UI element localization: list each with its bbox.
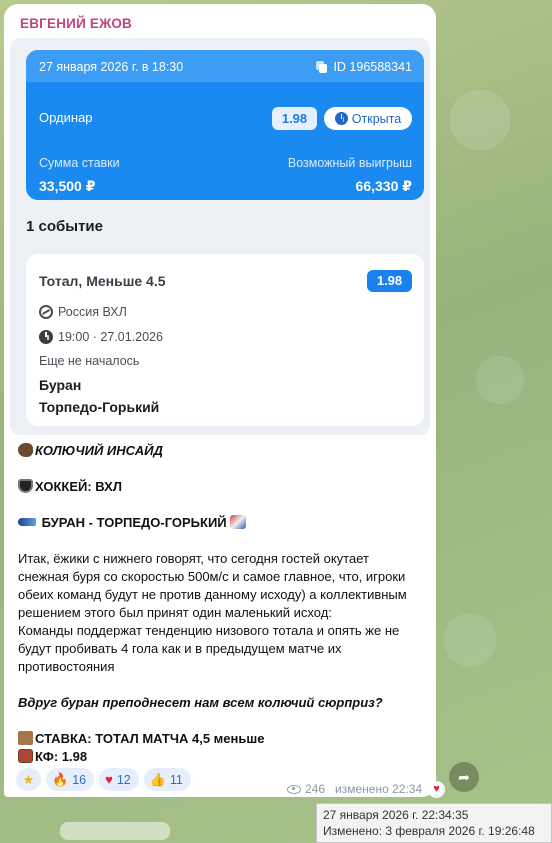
event-status: Еще не началось bbox=[39, 354, 140, 368]
bet-line-text: СТАВКА: ТОТАЛ МАТЧА 4,5 меньше bbox=[35, 731, 265, 746]
event-time: 19:00 · 27.01.2026 bbox=[39, 330, 163, 344]
reaction-thumbs-up[interactable]: 👍 11 bbox=[143, 768, 191, 791]
khl-shield-icon bbox=[18, 479, 33, 493]
bet-date: 27 января 2026 г. в 18:30 bbox=[39, 60, 184, 74]
clock-icon bbox=[39, 330, 53, 344]
stake-label: Сумма ставки bbox=[39, 156, 120, 170]
question-line: Вдруг буран преподнесет нам всем колючий… bbox=[18, 695, 383, 710]
next-message-preview bbox=[60, 822, 170, 840]
heart-icon[interactable]: ♥ bbox=[428, 781, 445, 798]
coef-line: КФ: 1.98 bbox=[18, 748, 87, 766]
reaction-count: 11 bbox=[169, 772, 183, 787]
message-meta: 246 изменено 22:34 bbox=[287, 782, 422, 796]
headline-line: КОЛЮЧИЙ ИНСАЙД bbox=[18, 442, 163, 460]
event-market: Тотал, Меньше 4.5 bbox=[39, 273, 166, 289]
sport-text: ХОККЕЙ: ВХЛ bbox=[35, 479, 122, 494]
message-bubble[interactable]: ЕВГЕНИЙ ЕЖОВ 27 января 2026 г. в 18:30 I… bbox=[4, 4, 436, 797]
star-icon: ★ bbox=[22, 772, 35, 787]
paragraph-line: Команды поддержат тенденцию низового тот… bbox=[18, 623, 400, 638]
clock-icon bbox=[334, 112, 348, 125]
paragraph-line: будут пробивать 4 гола как и в предыдуще… bbox=[18, 641, 342, 656]
paragraph-line: обеих команд будут не против данному исх… bbox=[18, 587, 407, 602]
reaction-count: 12 bbox=[116, 772, 131, 787]
paragraph-line: противостояния bbox=[18, 659, 115, 674]
reaction-fire[interactable]: 🔥 16 bbox=[46, 768, 95, 791]
reaction-star[interactable]: ★ bbox=[16, 768, 41, 791]
timestamp-tooltip: 27 января 2026 г. 22:34:35 Изменено: 3 ф… bbox=[316, 803, 552, 843]
coef-text: КФ: 1.98 bbox=[35, 749, 88, 764]
event-odds-chip: 1.98 bbox=[367, 270, 412, 292]
bet-summary-card[interactable]: 27 января 2026 г. в 18:30 ID 196588341 О… bbox=[26, 50, 424, 200]
bet-preview[interactable]: 27 января 2026 г. в 18:30 ID 196588341 О… bbox=[10, 38, 430, 435]
event-time-text: 19:00 · 27.01.2026 bbox=[58, 330, 163, 344]
bet-odds-chip: 1.98 bbox=[272, 107, 317, 130]
headline-text: КОЛЮЧИЙ ИНСАЙД bbox=[35, 443, 163, 458]
hedgehog-icon bbox=[18, 443, 33, 457]
match-line: БУРАН - ТОРПЕДО-ГОРЬКИЙ bbox=[18, 514, 248, 532]
reaction-count: 16 bbox=[72, 772, 87, 787]
abacus-icon bbox=[18, 749, 33, 763]
paragraph-line: Итак, ёжики с нижнего говорят, что сегод… bbox=[18, 551, 369, 566]
bet-status-text: Открыта bbox=[351, 111, 402, 126]
bet-id-text: ID 196588341 bbox=[333, 60, 412, 74]
thumbs-up-icon: 👍 bbox=[149, 772, 166, 787]
event-card[interactable]: Тотал, Меньше 4.5 1.98 Россия ВХЛ 19:00 … bbox=[26, 254, 424, 426]
hockey-icon bbox=[39, 305, 53, 319]
tooltip-edited: Изменено: 3 февраля 2026 г. 19:26:48 bbox=[323, 824, 535, 838]
paragraph-line: решением этого был принят один маленький… bbox=[18, 605, 332, 620]
paragraph-line: снежная буря со скоростью 500м/с и самое… bbox=[18, 569, 406, 584]
tooltip-sent: 27 января 2026 г. 22:34:35 bbox=[323, 808, 469, 822]
reactions-bar: ★ 🔥 16 ♥ 12 👍 11 bbox=[16, 768, 191, 791]
eye-icon bbox=[287, 784, 301, 794]
team-torpedo-icon bbox=[230, 515, 247, 529]
bet-id[interactable]: ID 196588341 bbox=[316, 60, 412, 74]
bet-status-chip: Открыта bbox=[324, 107, 412, 130]
share-arrow-icon: ➦ bbox=[458, 769, 470, 785]
team-away: Торпедо-Горький bbox=[39, 399, 160, 415]
edited-label: изменено 22:34 bbox=[335, 782, 423, 796]
events-count-title: 1 событие bbox=[26, 218, 103, 235]
sender-name[interactable]: ЕВГЕНИЙ ЕЖОВ bbox=[20, 16, 132, 31]
views-count: 246 bbox=[305, 782, 326, 796]
bet-line: СТАВКА: ТОТАЛ МАТЧА 4,5 меньше bbox=[18, 730, 264, 748]
sport-line: ХОККЕЙ: ВХЛ bbox=[18, 478, 122, 496]
team-buran-icon bbox=[18, 518, 36, 526]
league-text: Россия ВХЛ bbox=[58, 305, 127, 319]
possible-win-value: 66,330 ₽ bbox=[355, 178, 412, 194]
reaction-heart[interactable]: ♥ 12 bbox=[99, 768, 139, 791]
possible-win-label: Возможный выигрыш bbox=[287, 156, 412, 170]
team-home: Буран bbox=[39, 377, 82, 393]
scroll-icon bbox=[18, 731, 33, 745]
match-text: БУРАН - ТОРПЕДО-ГОРЬКИЙ bbox=[41, 515, 227, 530]
share-button[interactable]: ➦ bbox=[449, 762, 479, 792]
bet-type: Ординар bbox=[39, 110, 93, 125]
fire-icon: 🔥 bbox=[52, 772, 69, 787]
heart-icon: ♥ bbox=[105, 772, 113, 787]
event-league: Россия ВХЛ bbox=[39, 305, 127, 319]
stake-value: 33,500 ₽ bbox=[39, 178, 96, 194]
copy-icon[interactable] bbox=[316, 61, 328, 73]
